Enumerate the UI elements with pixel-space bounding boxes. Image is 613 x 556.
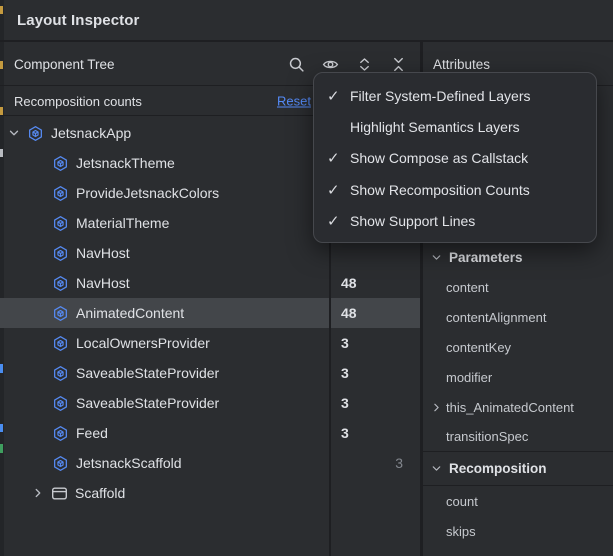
checkmark-icon: ✓ bbox=[327, 212, 350, 230]
menu-item-show-support-lines[interactable]: ✓ Show Support Lines bbox=[314, 206, 596, 237]
recomposition-count: 3 bbox=[341, 365, 349, 381]
compose-node-icon bbox=[52, 455, 69, 472]
expand-all-icon[interactable] bbox=[355, 56, 373, 74]
attributes-title: Attributes bbox=[433, 57, 490, 72]
param-label: count bbox=[446, 494, 478, 509]
tree-row-feed[interactable]: Feed 3 bbox=[0, 418, 420, 448]
tree-node-label: SaveableStateProvider bbox=[76, 395, 219, 411]
param-contentkey[interactable]: contentKey bbox=[423, 332, 613, 362]
menu-item-label: Show Recomposition Counts bbox=[350, 182, 530, 198]
chevron-down-icon[interactable] bbox=[7, 126, 21, 140]
tree-row-saveablestateprovider-2[interactable]: SaveableStateProvider 3 bbox=[0, 388, 420, 418]
compose-node-icon bbox=[52, 155, 69, 172]
tree-row-saveablestateprovider-1[interactable]: SaveableStateProvider 3 bbox=[0, 358, 420, 388]
tree-node-label: Scaffold bbox=[75, 485, 125, 501]
menu-item-highlight-semantics-layers[interactable]: Highlight Semantics Layers bbox=[314, 111, 596, 142]
tree-row-localownersprovider[interactable]: LocalOwnersProvider 3 bbox=[0, 328, 420, 358]
tree-row-scaffold[interactable]: Scaffold bbox=[0, 478, 420, 508]
tree-node-label: ProvideJetsnackColors bbox=[76, 185, 219, 201]
compose-node-icon bbox=[52, 275, 69, 292]
panel-title: Layout Inspector bbox=[17, 12, 139, 29]
checkmark-icon: ✓ bbox=[327, 149, 350, 167]
param-label: contentAlignment bbox=[446, 310, 546, 325]
menu-item-show-compose-as-callstack[interactable]: ✓ Show Compose as Callstack bbox=[314, 143, 596, 174]
attributes-body: Parameters content contentAlignment cont… bbox=[423, 242, 613, 546]
param-label: this_AnimatedContent bbox=[446, 400, 574, 415]
tree-node-label: SaveableStateProvider bbox=[76, 365, 219, 381]
recomposition-skips-item[interactable]: skips bbox=[423, 516, 613, 546]
menu-item-label: Filter System-Defined Layers bbox=[350, 88, 531, 104]
section-title: Parameters bbox=[449, 250, 523, 265]
search-icon[interactable] bbox=[287, 56, 305, 74]
recomposition-count: 3 bbox=[341, 395, 349, 411]
recomposition-count-item[interactable]: count bbox=[423, 486, 613, 516]
tree-node-label: NavHost bbox=[76, 275, 130, 291]
compose-node-icon bbox=[52, 395, 69, 412]
scaffold-node-icon bbox=[51, 485, 68, 502]
eye-icon[interactable] bbox=[321, 56, 339, 74]
tree-node-label: AnimatedContent bbox=[76, 305, 184, 321]
checkmark-icon: ✓ bbox=[327, 181, 350, 199]
section-recomposition[interactable]: Recomposition bbox=[423, 452, 613, 486]
chevron-right-icon[interactable] bbox=[430, 401, 443, 414]
menu-item-label: Show Compose as Callstack bbox=[350, 150, 528, 166]
chevron-down-icon bbox=[430, 251, 443, 264]
view-options-menu: ✓ Filter System-Defined Layers Highlight… bbox=[313, 72, 597, 243]
tree-row-navhost-2[interactable]: NavHost 48 bbox=[0, 268, 420, 298]
chevron-right-icon[interactable] bbox=[31, 486, 45, 500]
param-label: content bbox=[446, 280, 489, 295]
compose-node-icon bbox=[52, 305, 69, 322]
tree-node-label: JetsnackScaffold bbox=[76, 455, 182, 471]
recomposition-counts-label: Recomposition counts bbox=[14, 94, 142, 109]
compose-node-icon bbox=[52, 425, 69, 442]
tree-node-label: MaterialTheme bbox=[76, 215, 169, 231]
compose-node-icon bbox=[27, 125, 44, 142]
param-this-animatedcontent[interactable]: this_AnimatedContent bbox=[423, 392, 613, 422]
menu-item-show-recomposition-counts[interactable]: ✓ Show Recomposition Counts bbox=[314, 174, 596, 205]
collapse-all-icon[interactable] bbox=[389, 56, 407, 74]
param-transitionspec[interactable]: transitionSpec bbox=[423, 422, 613, 452]
section-title: Recomposition bbox=[449, 461, 547, 476]
param-modifier[interactable]: modifier bbox=[423, 362, 613, 392]
recomposition-count: 3 bbox=[341, 335, 349, 351]
compose-node-icon bbox=[52, 245, 69, 262]
compose-node-icon bbox=[52, 365, 69, 382]
tree-node-label: JetsnackApp bbox=[51, 125, 131, 141]
compose-node-icon bbox=[52, 215, 69, 232]
menu-item-label: Show Support Lines bbox=[350, 213, 475, 229]
compose-node-icon bbox=[52, 185, 69, 202]
tree-node-label: Feed bbox=[76, 425, 108, 441]
tree-row-animatedcontent-selected[interactable]: AnimatedContent 48 bbox=[0, 298, 420, 328]
chevron-down-icon bbox=[430, 462, 443, 475]
reset-counts-link[interactable]: Reset bbox=[277, 94, 311, 109]
menu-item-label: Highlight Semantics Layers bbox=[350, 119, 520, 135]
recomposition-skips: 3 bbox=[374, 455, 403, 471]
param-content[interactable]: content bbox=[423, 272, 613, 302]
param-contentalignment[interactable]: contentAlignment bbox=[423, 302, 613, 332]
param-label: modifier bbox=[446, 370, 492, 385]
compose-node-icon bbox=[52, 335, 69, 352]
recomposition-count: 48 bbox=[341, 275, 357, 291]
menu-item-filter-system-defined-layers[interactable]: ✓ Filter System-Defined Layers bbox=[314, 80, 596, 111]
recomposition-count: 3 bbox=[341, 425, 349, 441]
tree-node-label: LocalOwnersProvider bbox=[76, 335, 210, 351]
tree-row-jetsnackscaffold[interactable]: JetsnackScaffold 3 bbox=[0, 448, 420, 478]
tree-node-label: NavHost bbox=[76, 245, 130, 261]
checkmark-icon: ✓ bbox=[327, 87, 350, 105]
param-label: transitionSpec bbox=[446, 429, 528, 444]
component-tree-title: Component Tree bbox=[14, 57, 115, 72]
panel-titlebar: Layout Inspector bbox=[0, 0, 613, 42]
section-parameters[interactable]: Parameters bbox=[423, 242, 613, 272]
recomposition-count: 48 bbox=[341, 305, 357, 321]
tree-node-label: JetsnackTheme bbox=[76, 155, 175, 171]
param-label: contentKey bbox=[446, 340, 511, 355]
layout-inspector-window: Layout Inspector Component Tree Recompos… bbox=[0, 0, 613, 556]
param-label: skips bbox=[446, 524, 476, 539]
